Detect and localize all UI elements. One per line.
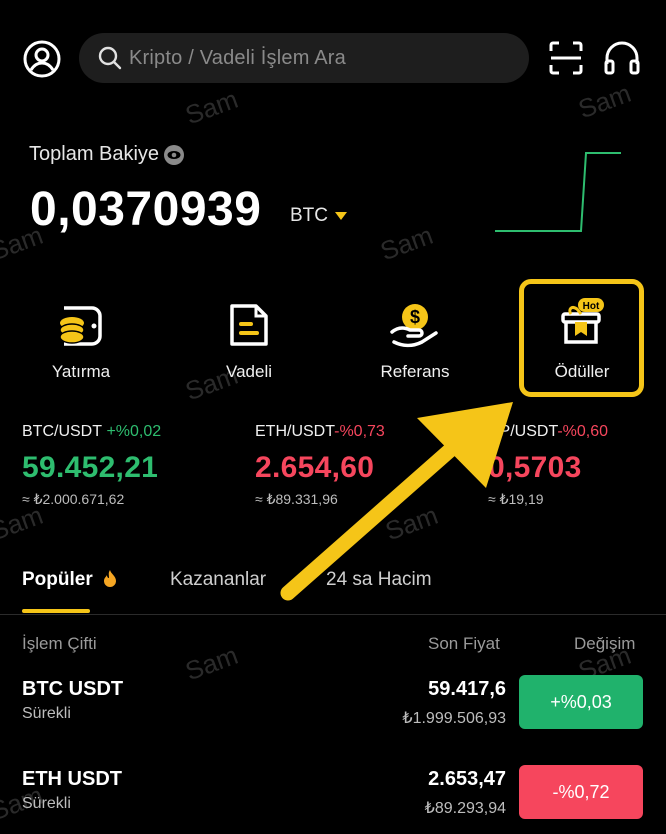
ticker-price: 2.654,60 [255,451,375,484]
tab-gainers[interactable]: Kazananlar [170,569,266,591]
row-type: Sürekli [22,795,71,812]
ticker-fiat: ≈ ₺89.331,96 [255,491,338,507]
watermark: Sam [376,219,437,267]
divider [0,614,666,615]
futures-label: Vadeli [226,362,272,381]
eye-icon[interactable] [163,144,185,166]
balance-unit-label: BTC [290,205,328,226]
fire-icon [104,570,117,587]
ticker-change: +%0,02 [106,423,162,440]
ticker-btc[interactable]: BTC/USDT +%0,02 59.452,21 ≈ ₺2.000.671,6… [22,423,161,508]
ticker-xrp[interactable]: RP/USDT-%0,60 0,5703 ≈ ₺19,19 [488,423,608,508]
referral-label: Referans [380,362,450,381]
header-last-price: Son Fiyat [428,634,500,653]
search-input[interactable]: Kripto / Vadeli İşlem Ara [79,33,529,83]
ticker-pair: RP/USDT [488,423,558,440]
total-balance-value: 0,0370939 [30,183,262,236]
row-last-price: 59.417,6 [428,678,506,700]
tab-popular-label: Popüler [22,569,93,590]
ticker-price: 59.452,21 [22,451,159,484]
row-fiat-price: ₺89.293,94 [424,800,506,817]
ticker-fiat: ≈ ₺2.000.671,62 [22,491,125,507]
futures-document-icon [230,304,268,346]
change-chip[interactable]: +%0,03 [519,675,643,729]
rewards-highlight-box [519,279,644,397]
ticker-change: -%0,60 [557,423,609,440]
tab-24h-volume[interactable]: 24 sa Hacim [326,569,432,591]
referral-hand-coin-icon: $ [390,304,438,348]
deposit-label: Yatırma [51,362,111,381]
deposit-wallet-icon [59,306,102,346]
row-symbol: BTC USDT [22,678,124,700]
ticker-pair: ETH/USDT [255,423,335,440]
row-last-price: 2.653,47 [428,768,506,790]
search-placeholder: Kripto / Vadeli İşlem Ara [129,46,346,69]
change-chip[interactable]: -%0,72 [519,765,643,819]
ticker-eth[interactable]: ETH/USDT-%0,73 2.654,60 ≈ ₺89.331,96 [255,423,385,508]
total-balance-label: Toplam Bakiye [29,143,185,166]
header-pair: İşlem Çifti [22,634,97,653]
futures-action[interactable]: Vadeli [189,298,309,382]
row-type: Sürekli [22,705,71,722]
balance-unit-selector[interactable]: BTC [290,205,347,227]
search-icon [98,46,122,70]
profile-icon[interactable] [22,39,62,79]
row-fiat-price: ₺1.999.506,93 [402,710,506,727]
watermark: Sam [574,77,635,125]
header-change: Değişim [574,634,636,653]
table-row[interactable]: BTC USDT Sürekli 59.417,6 ₺1.999.506,93 … [0,668,666,738]
referral-action[interactable]: $ Referans [355,298,475,382]
svg-text:$: $ [410,307,420,327]
tab-active-indicator [22,609,90,613]
ticker-pair: BTC/USDT [22,423,102,440]
caret-down-icon [335,212,347,220]
ticker-price: 0,5703 [488,451,582,484]
support-headset-icon[interactable] [603,40,641,76]
table-row[interactable]: ETH USDT Sürekli 2.653,47 ₺89.293,94 -%0… [0,758,666,828]
deposit-action[interactable]: Yatırma [21,298,141,382]
balance-sparkline [495,152,621,232]
watermark: Sam [381,499,442,547]
scan-icon[interactable] [548,40,584,76]
total-balance-label-text: Toplam Bakiye [29,143,160,165]
ticker-change: -%0,73 [334,423,385,440]
row-symbol: ETH USDT [22,768,122,790]
tab-popular[interactable]: Popüler [22,569,118,591]
ticker-fiat: ≈ ₺19,19 [488,491,544,507]
watermark: Sam [181,83,242,131]
